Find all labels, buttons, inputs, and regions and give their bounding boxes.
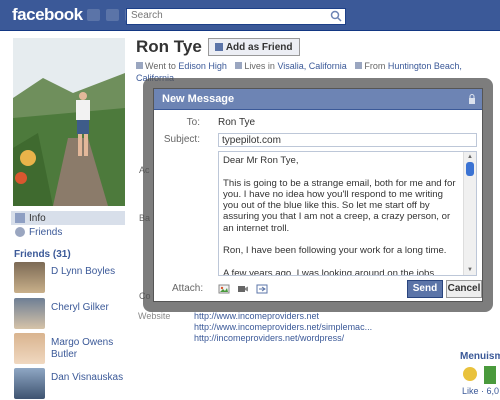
profile-header: Ron Tye Add as Friend: [136, 37, 300, 57]
school-link[interactable]: Edison High: [178, 61, 227, 71]
friend-requests-icon[interactable]: [87, 9, 100, 21]
scroll-down-arrow-icon[interactable]: ▼: [467, 267, 474, 273]
cancel-button[interactable]: Cancel: [446, 280, 482, 298]
nav-item-label: Friends: [29, 226, 63, 238]
friend-item[interactable]: Cheryl Gilker: [14, 298, 129, 329]
education-icon: [136, 62, 143, 69]
search-icon[interactable]: [330, 10, 342, 22]
friends-icon: [15, 227, 25, 237]
friend-avatar[interactable]: [14, 333, 45, 364]
friends-heading[interactable]: Friends (31): [14, 249, 71, 260]
to-label: To:: [186, 117, 200, 128]
add-friend-icon: [214, 43, 223, 51]
friend-avatar[interactable]: [14, 262, 45, 293]
nav-item-info[interactable]: Info: [11, 211, 125, 225]
friend-item[interactable]: D Lynn Boyles: [14, 262, 129, 293]
profile-left-nav: Info Friends: [11, 211, 125, 239]
website-link[interactable]: http://www.incomeproviders.net/simplemac…: [194, 322, 372, 332]
friend-name[interactable]: Margo Owens Butler: [51, 337, 121, 364]
hometown-icon: [355, 62, 363, 69]
to-recipient[interactable]: Ron Tye: [218, 117, 255, 128]
attach-options: [218, 283, 268, 295]
lock-icon: [469, 94, 475, 104]
subject-input[interactable]: typepilot.com: [218, 133, 477, 147]
attach-label: Attach:: [172, 283, 204, 294]
dialog-body: New Message To: Ron Tye Subject: typepil…: [153, 88, 483, 302]
facebook-logo[interactable]: facebook: [12, 5, 83, 25]
message-body-text: Dear Mr Ron Tye, This is going to be a s…: [223, 155, 456, 276]
nav-item-label: Info: [29, 212, 46, 224]
video-attach-icon[interactable]: [237, 283, 249, 295]
scroll-up-arrow-icon[interactable]: ▲: [467, 154, 474, 160]
friend-avatar[interactable]: [14, 298, 45, 329]
message-body-textarea[interactable]: Dear Mr Ron Tye, This is going to be a s…: [218, 151, 477, 276]
new-message-dialog: New Message To: Ron Tye Subject: typepil…: [143, 78, 493, 312]
dialog-title: New Message: [162, 93, 235, 105]
friend-item[interactable]: Margo Owens Butler: [14, 333, 129, 364]
lives-prefix: Lives in: [244, 61, 278, 71]
add-friend-label: Add as Friend: [225, 41, 293, 53]
friend-name[interactable]: Dan Visnauskas: [51, 372, 123, 399]
friend-avatar[interactable]: [14, 368, 45, 399]
search-placeholder: Search: [131, 10, 163, 21]
messages-icon[interactable]: [106, 9, 119, 21]
like-count[interactable]: Like · 6,0: [462, 386, 499, 396]
profile-picture[interactable]: [13, 38, 125, 206]
top-bar: facebook Search: [0, 0, 500, 31]
link-attach-icon[interactable]: [256, 283, 268, 295]
home-icon: [235, 62, 243, 69]
menuism-title[interactable]: Menuism: [460, 351, 500, 362]
send-button[interactable]: Send: [407, 280, 443, 298]
website-link[interactable]: http://www.incomeproviders.net: [194, 311, 319, 321]
add-friend-button[interactable]: Add as Friend: [207, 38, 300, 56]
website-link[interactable]: http://incomeproviders.net/wordpress/: [194, 333, 344, 343]
message-scrollbar[interactable]: ▲ ▼: [463, 152, 476, 275]
friend-name[interactable]: Cheryl Gilker: [51, 302, 109, 329]
info-icon: [15, 213, 25, 223]
friend-item[interactable]: Dan Visnauskas: [14, 368, 129, 399]
friend-name[interactable]: D Lynn Boyles: [51, 266, 115, 293]
scroll-thumb[interactable]: [466, 162, 474, 176]
nav-item-friends[interactable]: Friends: [11, 225, 125, 239]
website-label: Website: [138, 311, 171, 321]
subject-label: Subject:: [163, 134, 200, 145]
photo-attach-icon[interactable]: [218, 283, 230, 295]
dialog-header: New Message: [154, 89, 482, 110]
from-prefix: From: [364, 61, 388, 71]
lives-link[interactable]: Visalia, California: [277, 61, 346, 71]
search-input[interactable]: Search: [126, 8, 346, 25]
profile-name: Ron Tye: [136, 37, 202, 56]
went-to-prefix: Went to: [145, 61, 179, 71]
